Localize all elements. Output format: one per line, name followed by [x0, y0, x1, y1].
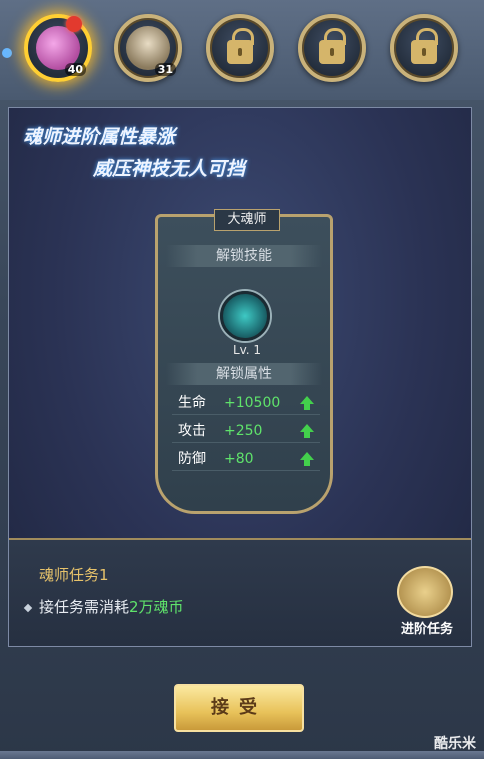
stat-name: 生命 [178, 395, 206, 411]
skill-level: Lv. 1 [232, 343, 262, 357]
stat-value: +80 [224, 451, 254, 467]
stat-row-attack: 攻击 +250 [172, 419, 320, 443]
red-gem-icon [66, 16, 82, 32]
avatar-level: 40 [64, 63, 86, 76]
stat-value: +250 [224, 423, 263, 439]
bottom-decoration [0, 751, 484, 759]
rank-tag: 大魂师 [214, 209, 280, 231]
unlock-skill-header: 解锁技能 [166, 245, 322, 267]
advancement-panel: 魂师进阶属性暴涨 威压神技无人可挡 大魂师 解锁技能 Lv. 1 解锁属性 生命… [8, 107, 472, 647]
blue-gem-icon [2, 48, 12, 58]
avatar-slot-locked-1[interactable] [206, 14, 274, 82]
rank-card: 大魂师 解锁技能 Lv. 1 解锁属性 生命 +10500 攻击 +250 防御… [155, 209, 333, 514]
advance-task-label[interactable]: 进阶任务 [387, 618, 467, 637]
avatar-slot-locked-3[interactable] [390, 14, 458, 82]
lock-icon [227, 28, 254, 64]
arrow-up-icon [300, 396, 314, 410]
avatar-slot-2[interactable]: 31 [114, 14, 182, 82]
lock-icon [411, 28, 438, 64]
unlock-attr-header: 解锁属性 [166, 363, 322, 385]
advance-task-button[interactable] [397, 566, 453, 618]
arrow-up-icon [300, 424, 314, 438]
task-cost: 2万魂币 [129, 598, 184, 616]
task-description: 接任务需消耗2万魂币 [23, 596, 184, 617]
stat-row-hp: 生命 +10500 [172, 391, 320, 415]
stat-row-defense: 防御 +80 [172, 447, 320, 471]
skill-icon[interactable] [220, 291, 270, 341]
arrow-up-icon [300, 452, 314, 466]
avatar-row: 40 31 [0, 0, 484, 100]
banner-line-1: 魂师进阶属性暴涨 [23, 126, 176, 148]
stat-value: +10500 [224, 395, 281, 411]
lock-icon [319, 28, 346, 64]
stat-name: 攻击 [178, 423, 206, 439]
diamond-bullet-icon [23, 603, 33, 612]
task-title: 魂师任务1 [39, 566, 109, 584]
task-desc-prefix: 接任务需消耗 [39, 598, 130, 616]
banner-line-2: 威压神技无人可挡 [93, 158, 246, 180]
avatar-slot-locked-2[interactable] [298, 14, 366, 82]
task-bar: 魂师任务1 接任务需消耗2万魂币 进阶任务 [9, 538, 471, 646]
accept-button[interactable]: 接受 [174, 684, 304, 732]
watermark: 酷乐米 [434, 736, 476, 752]
stat-name: 防御 [178, 451, 206, 467]
avatar-level: 31 [154, 63, 176, 76]
